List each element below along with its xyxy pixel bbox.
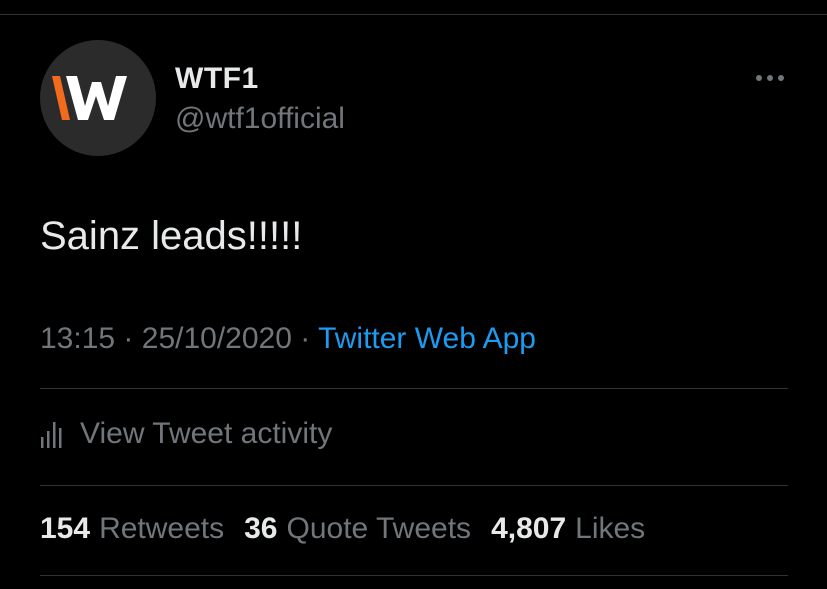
divider xyxy=(40,575,788,576)
tweet-date[interactable]: 25/10/2020 xyxy=(142,322,292,355)
quote-tweets-label: Quote Tweets xyxy=(286,512,472,545)
retweets-label: Retweets xyxy=(99,512,225,545)
likes-stat[interactable]: 4,807 Likes xyxy=(491,512,645,546)
meta-separator: · xyxy=(300,322,311,355)
divider xyxy=(40,485,788,486)
retweets-stat[interactable]: 154 Retweets xyxy=(40,512,224,546)
likes-label: Likes xyxy=(575,512,646,545)
quote-tweets-count: 36 xyxy=(244,512,278,545)
divider xyxy=(40,388,788,389)
tweet-time[interactable]: 13:15 xyxy=(40,322,115,355)
avatar[interactable] xyxy=(40,40,156,156)
view-activity-label: View Tweet activity xyxy=(80,417,333,450)
meta-separator: · xyxy=(123,322,134,355)
display-name[interactable]: WTF1 xyxy=(175,62,259,96)
view-tweet-activity-button[interactable]: View Tweet activity xyxy=(40,414,332,454)
tweet-meta: 13:15 · 25/10/2020 · Twitter Web App xyxy=(40,322,536,356)
more-horizontal-icon xyxy=(756,75,784,81)
more-options-button[interactable] xyxy=(750,64,790,92)
retweets-count: 154 xyxy=(40,512,91,545)
tweet-source-link[interactable]: Twitter Web App xyxy=(318,322,536,355)
engagement-stats: 154 Retweets 36 Quote Tweets 4,807 Likes xyxy=(40,512,645,546)
wtf1-logo-icon xyxy=(52,76,127,120)
quote-tweets-stat[interactable]: 36 Quote Tweets xyxy=(244,512,471,546)
top-divider xyxy=(0,14,827,15)
user-handle[interactable]: @wtf1official xyxy=(175,102,345,136)
bar-chart-icon xyxy=(40,419,66,449)
likes-count: 4,807 xyxy=(491,512,567,545)
tweet-text: Sainz leads!!!!! xyxy=(40,214,303,258)
